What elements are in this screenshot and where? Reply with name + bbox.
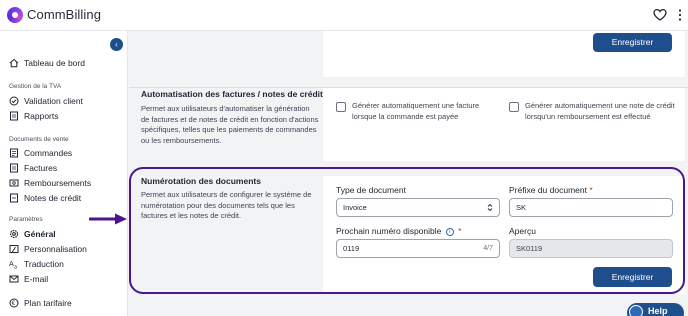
sidebar-item-label: Commandes — [24, 148, 73, 158]
section-params-heading: Paramètres — [9, 216, 43, 223]
order-icon — [10, 148, 18, 158]
chevron-left-icon: ‹ — [115, 40, 118, 49]
sidebar-item-commandes[interactable]: Commandes — [9, 146, 72, 160]
sidebar-item-label: Notes de crédit — [24, 193, 82, 203]
svg-text:€: € — [12, 300, 16, 307]
previous-settings-card: Enregistrer — [323, 31, 685, 77]
sidebar-item-label: Remboursements — [24, 178, 92, 188]
section-tva-heading: Gestion de la TVA — [9, 83, 62, 90]
annotation-arrow-icon — [89, 213, 127, 225]
refund-icon — [9, 179, 19, 187]
sidebar-item-label: Personnalisation — [24, 244, 87, 254]
auto-credit-note-checkbox[interactable] — [509, 102, 519, 112]
sidebar-item-remboursements[interactable]: Remboursements — [9, 176, 91, 190]
top-bar: CommBilling — [0, 0, 688, 31]
sidebar-item-label: Tableau de bord — [24, 58, 85, 68]
report-icon — [10, 111, 18, 121]
sidebar-item-label: Factures — [24, 163, 58, 173]
brand-name[interactable]: CommBilling — [27, 7, 101, 22]
sidebar: ‹ Tableau de bord Gestion de la TVA Vali… — [0, 31, 128, 316]
collapse-sidebar-button[interactable]: ‹ — [110, 38, 123, 51]
svg-text:a: a — [14, 265, 17, 270]
sidebar-item-factures[interactable]: Factures — [9, 161, 57, 175]
sidebar-item-dashboard[interactable]: Tableau de bord — [9, 56, 85, 70]
auto-invoice-label: Générer automatiquement une facture lors… — [352, 101, 480, 121]
sidebar-item-label: Validation client — [24, 96, 83, 106]
sidebar-item-label: Plan tarifaire — [24, 298, 72, 308]
badge-check-icon — [9, 96, 19, 106]
highlight-frame — [129, 167, 685, 294]
translate-icon: Aa — [9, 260, 17, 270]
mail-icon — [9, 275, 19, 283]
section-docs-heading: Documents de vente — [9, 136, 69, 143]
sidebar-item-label: Général — [24, 229, 56, 239]
sidebar-item-label: E-mail — [24, 274, 49, 284]
commbilling-logo-icon[interactable] — [7, 7, 23, 23]
automation-card: Générer automatiquement une facture lors… — [323, 88, 685, 161]
sidebar-item-label: Traduction — [24, 259, 64, 269]
invoice-icon — [10, 163, 18, 173]
automation-section-description: Permet aux utilisateurs d'automatiser la… — [141, 104, 319, 145]
sidebar-item-plan-tarifaire[interactable]: € Plan tarifaire — [9, 296, 72, 310]
customize-icon — [9, 245, 19, 253]
chat-icon — [629, 305, 643, 316]
sidebar-item-validation-client[interactable]: Validation client — [9, 94, 83, 108]
euro-icon: € — [9, 298, 19, 308]
credit-note-icon — [10, 193, 18, 203]
more-options-icon[interactable] — [677, 8, 683, 22]
auto-invoice-checkbox[interactable] — [336, 102, 346, 112]
home-icon — [9, 58, 19, 68]
sidebar-item-rapports[interactable]: Rapports — [9, 109, 59, 123]
gear-icon — [9, 229, 19, 239]
automation-section-title: Automatisation des factures / notes de c… — [141, 89, 323, 99]
sidebar-item-email[interactable]: E-mail — [9, 272, 48, 286]
heart-icon[interactable] — [653, 8, 667, 22]
auto-credit-note-label: Générer automatiquement une note de créd… — [525, 101, 675, 121]
sidebar-item-traduction[interactable]: Aa Traduction — [9, 257, 64, 271]
sidebar-item-notes-de-credit[interactable]: Notes de crédit — [9, 191, 81, 205]
sidebar-item-personnalisation[interactable]: Personnalisation — [9, 242, 87, 256]
sidebar-item-general[interactable]: Général — [9, 227, 56, 241]
help-label[interactable]: Help — [648, 306, 668, 316]
save-button-top[interactable]: Enregistrer — [593, 33, 672, 52]
sidebar-item-label: Rapports — [24, 111, 59, 121]
